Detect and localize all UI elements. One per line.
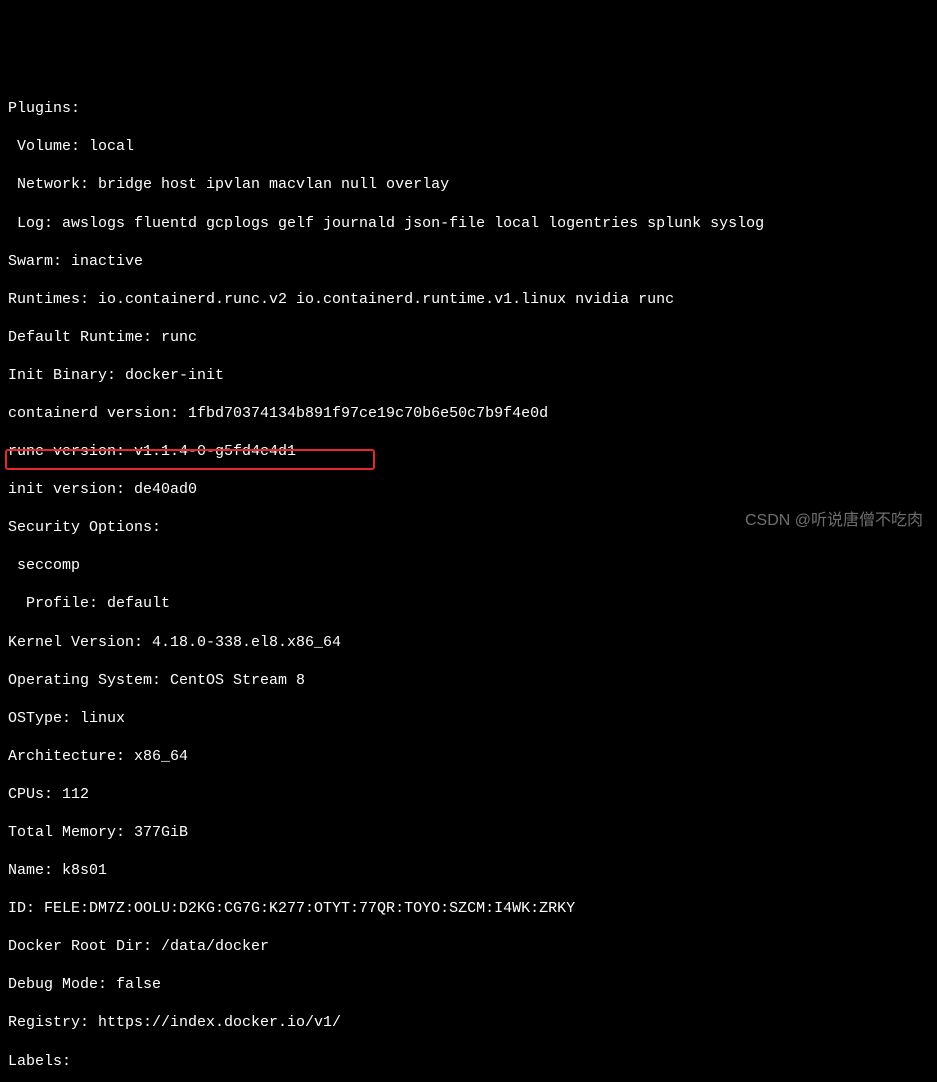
- output-line: containerd version: 1fbd70374134b891f97c…: [8, 404, 929, 423]
- output-line: ID: FELE:DM7Z:OOLU:D2KG:CG7G:K277:OTYT:7…: [8, 899, 929, 918]
- output-line: Runtimes: io.containerd.runc.v2 io.conta…: [8, 290, 929, 309]
- output-line: OSType: linux: [8, 709, 929, 728]
- output-line: Swarm: inactive: [8, 252, 929, 271]
- output-line: runc version: v1.1.4-0-g5fd4c4d1: [8, 442, 929, 461]
- output-line: init version: de40ad0: [8, 480, 929, 499]
- output-line: Registry: https://index.docker.io/v1/: [8, 1013, 929, 1032]
- output-line: Operating System: CentOS Stream 8: [8, 671, 929, 690]
- output-line: seccomp: [8, 556, 929, 575]
- output-line: Init Binary: docker-init: [8, 366, 929, 385]
- output-line: Architecture: x86_64: [8, 747, 929, 766]
- output-line: Log: awslogs fluentd gcplogs gelf journa…: [8, 214, 929, 233]
- output-line: Debug Mode: false: [8, 975, 929, 994]
- terminal-output: Plugins: Volume: local Network: bridge h…: [8, 80, 929, 1082]
- output-line: Profile: default: [8, 594, 929, 613]
- output-line: Plugins:: [8, 99, 929, 118]
- output-line: Labels:: [8, 1052, 929, 1071]
- output-line: Volume: local: [8, 137, 929, 156]
- output-line: Total Memory: 377GiB: [8, 823, 929, 842]
- output-line: Default Runtime: runc: [8, 328, 929, 347]
- output-line: CPUs: 112: [8, 785, 929, 804]
- watermark-text: CSDN @听说唐僧不吃肉: [745, 511, 923, 531]
- output-line: Kernel Version: 4.18.0-338.el8.x86_64: [8, 633, 929, 652]
- output-line: Network: bridge host ipvlan macvlan null…: [8, 175, 929, 194]
- output-line: Name: k8s01: [8, 861, 929, 880]
- output-line: Docker Root Dir: /data/docker: [8, 937, 929, 956]
